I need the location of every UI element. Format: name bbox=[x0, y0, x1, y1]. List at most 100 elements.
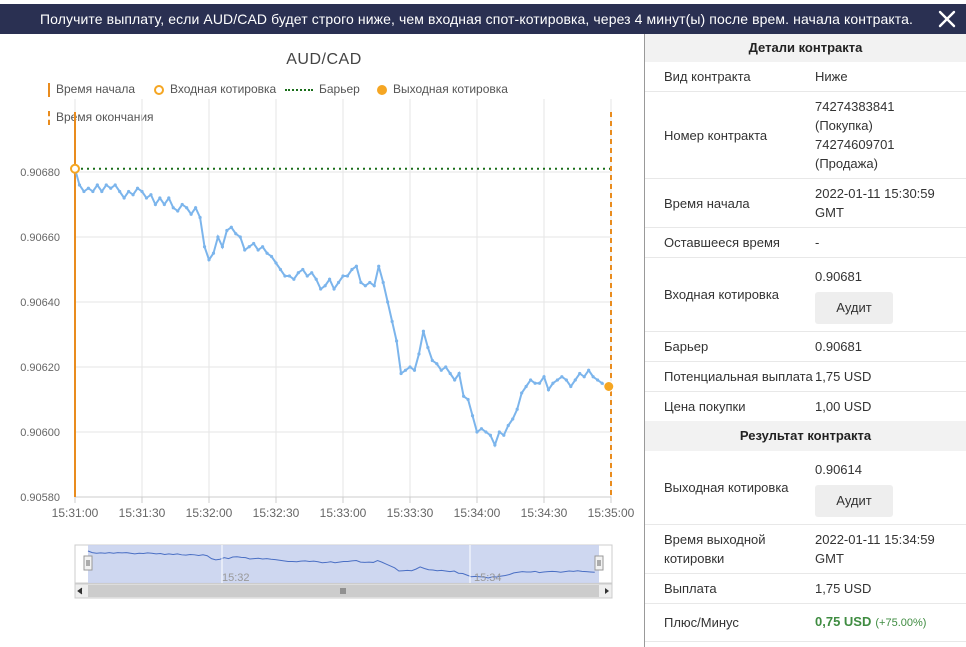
close-icon[interactable] bbox=[936, 8, 958, 30]
price-point bbox=[180, 202, 184, 207]
price-point bbox=[421, 329, 425, 333]
price-point bbox=[185, 206, 189, 210]
price-point bbox=[403, 368, 408, 372]
price-point bbox=[475, 430, 479, 434]
price-point bbox=[430, 358, 434, 363]
price-point bbox=[381, 280, 385, 285]
remaining-time-label: Оставшееся время bbox=[664, 235, 780, 250]
payout-label: Выплата bbox=[664, 581, 717, 596]
exit-point bbox=[603, 381, 615, 392]
price-point bbox=[91, 189, 95, 194]
price-point bbox=[390, 319, 394, 324]
price-point bbox=[247, 245, 251, 249]
price-point bbox=[265, 251, 269, 255]
price-point bbox=[234, 232, 238, 236]
price-point bbox=[578, 371, 582, 376]
price-point bbox=[587, 368, 591, 372]
purchase-price-label: Цена покупки bbox=[664, 399, 746, 414]
price-point bbox=[149, 193, 153, 197]
price-point bbox=[386, 300, 390, 304]
price-point bbox=[502, 433, 506, 437]
price-point bbox=[435, 362, 439, 366]
price-point bbox=[350, 267, 354, 272]
price-point bbox=[506, 423, 510, 428]
payout-value: 1,75 USD bbox=[815, 581, 872, 596]
price-point bbox=[274, 261, 278, 265]
price-point bbox=[533, 381, 537, 385]
x-tick-label: 15:34:00 bbox=[454, 506, 501, 520]
price-point bbox=[158, 196, 162, 200]
price-point bbox=[296, 271, 300, 275]
price-point bbox=[462, 394, 466, 398]
price-point bbox=[162, 202, 166, 207]
price-point bbox=[144, 196, 149, 200]
price-point bbox=[269, 254, 274, 259]
price-chart: 0.90580 0.90600 0.90620 0.90640 0.90660 0.906… bbox=[20, 99, 635, 599]
navigator-selection[interactable] bbox=[88, 545, 599, 583]
price-point bbox=[305, 274, 309, 278]
contract-number-sell: 74274609701 bbox=[815, 137, 895, 152]
row-entry-spot: Входная котировка 0.90681 Аудит bbox=[645, 258, 966, 332]
price-point bbox=[167, 196, 171, 200]
x-tick-label: 15:35:00 bbox=[588, 506, 635, 520]
price-point bbox=[256, 248, 260, 252]
x-tick-label: 15:34:30 bbox=[521, 506, 568, 520]
price-point bbox=[412, 368, 417, 372]
price-point bbox=[560, 375, 564, 379]
contract-type-label: Вид контракта bbox=[664, 69, 751, 84]
price-point bbox=[216, 235, 220, 239]
exit-spot-cell: 0.90614 Аудит bbox=[815, 451, 966, 524]
row-remaining-time: Оставшееся время - bbox=[645, 228, 966, 258]
price-point bbox=[104, 183, 108, 187]
price-point bbox=[408, 365, 412, 369]
price-point bbox=[292, 277, 296, 281]
profit-loss-label: Плюс/Минус bbox=[664, 615, 739, 630]
row-contract-number: Номер контракта 74274383841 (Покупка) 74… bbox=[645, 92, 966, 179]
price-point bbox=[122, 196, 126, 200]
price-point bbox=[488, 433, 492, 437]
contract-number-label: Номер контракта bbox=[664, 127, 768, 143]
price-point bbox=[511, 417, 515, 421]
profit-loss-cell: 0,75 USD (+75.00%) bbox=[815, 607, 966, 638]
navigator-right-handle[interactable] bbox=[594, 555, 604, 571]
price-point bbox=[261, 245, 265, 249]
price-point bbox=[582, 375, 586, 379]
contract-number-sell-note: (Продажа) bbox=[815, 156, 878, 171]
entry-audit-button[interactable]: Аудит bbox=[815, 292, 893, 324]
contract-number-buy: 74274383841 bbox=[815, 99, 895, 114]
row-potential-payout: Потенциальная выплата 1,75 USD bbox=[645, 362, 966, 392]
x-tick-label: 15:32:00 bbox=[186, 506, 233, 520]
price-point bbox=[466, 397, 470, 402]
navigator-left-handle[interactable] bbox=[83, 555, 93, 571]
price-point bbox=[95, 183, 99, 187]
navigator-scrollbar[interactable] bbox=[74, 583, 613, 599]
purchase-price-value: 1,00 USD bbox=[815, 399, 872, 414]
price-point bbox=[596, 378, 600, 382]
price-point bbox=[524, 384, 528, 389]
entry-spot-label: Входная котировка bbox=[664, 287, 780, 302]
price-point bbox=[323, 284, 327, 288]
price-point bbox=[520, 391, 524, 395]
row-payout: Выплата 1,75 USD bbox=[645, 574, 966, 604]
exit-audit-button[interactable]: Аудит bbox=[815, 485, 893, 517]
price-series-line bbox=[74, 168, 608, 448]
details-section-title: Детали контракта bbox=[645, 34, 966, 62]
price-point bbox=[426, 345, 430, 350]
price-point bbox=[372, 284, 376, 288]
price-point bbox=[283, 274, 287, 278]
contract-type-value: Ниже bbox=[815, 69, 848, 84]
price-point bbox=[354, 264, 358, 268]
price-point bbox=[573, 378, 577, 382]
price-point bbox=[457, 371, 461, 376]
price-point bbox=[591, 375, 595, 379]
price-point bbox=[238, 235, 242, 239]
navigator[interactable]: 15:32 15:34 bbox=[74, 544, 613, 584]
price-point bbox=[336, 280, 341, 285]
navigator-label: 15:32 bbox=[222, 572, 250, 584]
y-tick-label: 0.90640 bbox=[20, 297, 60, 309]
row-purchase-price: Цена покупки 1,00 USD bbox=[645, 392, 966, 421]
price-point bbox=[542, 375, 546, 379]
price-point bbox=[515, 407, 519, 411]
price-point bbox=[82, 189, 86, 194]
price-point bbox=[359, 280, 363, 285]
